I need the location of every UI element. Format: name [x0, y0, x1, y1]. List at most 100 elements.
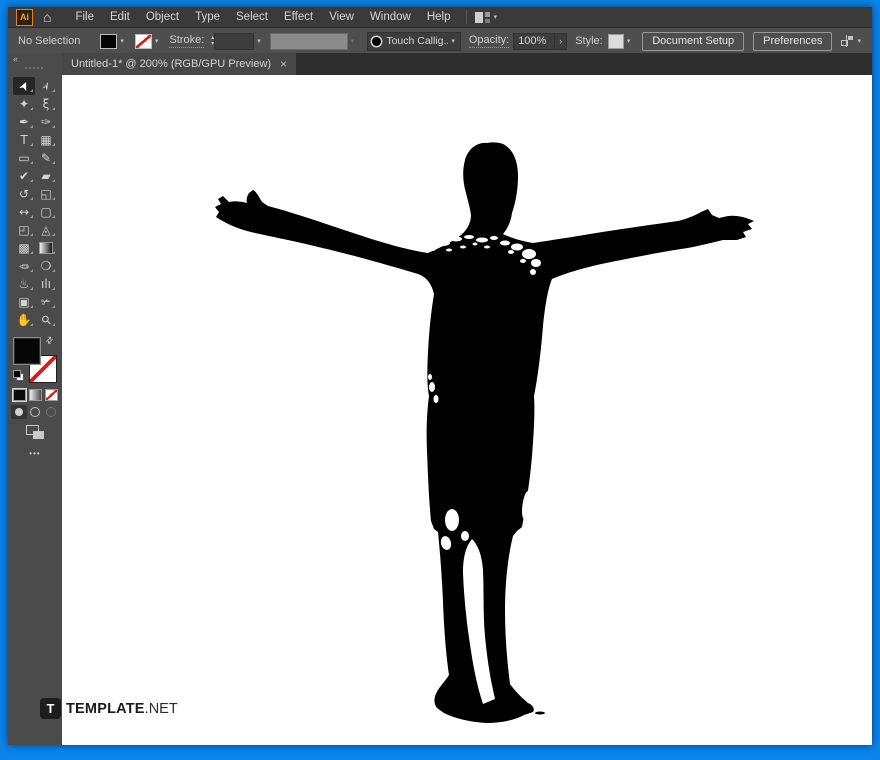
- tool-shaper[interactable]: ✔: [13, 167, 35, 185]
- tool-gradient[interactable]: [35, 239, 57, 257]
- workspace-switcher-icon[interactable]: [475, 12, 490, 23]
- watermark-suffix: .NET: [145, 701, 178, 717]
- panel-drag-handle[interactable]: [25, 67, 45, 69]
- gradient-paint-button[interactable]: [29, 389, 42, 401]
- rectangular-grid-icon: ▦: [40, 131, 51, 149]
- menu-select[interactable]: Select: [228, 11, 276, 23]
- tool-rotate[interactable]: ↺: [13, 185, 35, 203]
- opacity-field[interactable]: 100%: [513, 33, 555, 50]
- draw-normal-button[interactable]: [11, 405, 27, 419]
- tool-paintbrush[interactable]: ✎: [35, 149, 57, 167]
- tool-artboard[interactable]: ▣: [13, 293, 35, 311]
- brush-chevron-icon[interactable]: ▾: [451, 37, 455, 45]
- fill-chevron-icon[interactable]: ▾: [120, 37, 124, 45]
- direct-selection-icon: ➢: [36, 78, 57, 95]
- draw-inside-icon: [46, 407, 56, 417]
- tool-blend[interactable]: ❍: [35, 257, 57, 275]
- perspective-grid-icon: ◬: [41, 221, 50, 239]
- tools-panel: « ➤➢✦ξ ✒ ✑T ▦ ▭ ✎✔ ▰ ↺ ◱ ↔ ▢ ◰ ◬ ▩✏ ❍♨ılı▣✃✋⚲ ⇄ •••: [8, 53, 63, 745]
- swap-fill-stroke-icon[interactable]: ⇄: [43, 334, 56, 347]
- tool-zoom[interactable]: ⚲: [35, 311, 57, 329]
- tool-scale[interactable]: ◱: [35, 185, 57, 203]
- tool-eyedropper[interactable]: ✏: [13, 257, 35, 275]
- tool-grid: ➤➢✦ξ ✒ ✑T ▦ ▭ ✎✔ ▰ ↺ ◱ ↔ ▢ ◰ ◬ ▩✏ ❍♨ılı▣✃✋⚲: [13, 77, 57, 329]
- arrange-chevron-icon[interactable]: ▾: [857, 37, 861, 45]
- style-label: Style:: [575, 35, 603, 47]
- shape-builder-icon: ◰: [18, 221, 29, 239]
- tool-shape-builder[interactable]: ◰: [13, 221, 35, 239]
- drawing-modes: [11, 405, 59, 419]
- scale-icon: ◱: [40, 185, 51, 203]
- preferences-button[interactable]: Preferences: [753, 32, 832, 51]
- default-fill-stroke-icon[interactable]: [13, 370, 24, 381]
- draw-behind-button[interactable]: [27, 405, 43, 419]
- menu-file[interactable]: File: [67, 11, 102, 23]
- document-tab-title: Untitled-1* @ 200% (RGB/GPU Preview): [71, 58, 271, 70]
- workspace-chevron-icon[interactable]: ▾: [493, 13, 497, 21]
- home-icon[interactable]: ⌂: [43, 8, 51, 26]
- tool-lasso[interactable]: ξ: [35, 95, 57, 113]
- tool-magic-wand[interactable]: ✦: [13, 95, 35, 113]
- opacity-label[interactable]: Opacity:: [469, 34, 509, 48]
- edit-toolbar-ellipsis[interactable]: •••: [8, 449, 62, 458]
- arrange-documents-icon[interactable]: [841, 35, 854, 47]
- tool-pen[interactable]: ✒: [13, 113, 35, 131]
- color-paint-button[interactable]: [13, 389, 26, 401]
- tool-selection[interactable]: ➤: [13, 77, 35, 95]
- tool-hand[interactable]: ✋: [13, 311, 35, 329]
- tool-column-graph[interactable]: ılı: [35, 275, 57, 293]
- hand-icon: ✋: [17, 311, 32, 329]
- style-swatch[interactable]: [608, 34, 624, 49]
- stroke-weight-field[interactable]: [214, 33, 254, 50]
- free-transform-icon: ▢: [40, 203, 51, 221]
- gradient-icon: [39, 242, 53, 254]
- tool-rectangle[interactable]: ▭: [13, 149, 35, 167]
- tool-eraser[interactable]: ▰: [35, 167, 57, 185]
- change-screen-mode-icon[interactable]: [26, 425, 44, 439]
- eyedropper-icon: ✏: [19, 257, 29, 275]
- opacity-panel-arrow[interactable]: ›: [555, 33, 567, 50]
- document-tab[interactable]: Untitled-1* @ 200% (RGB/GPU Preview) ×: [62, 53, 296, 75]
- menu-window[interactable]: Window: [362, 11, 419, 23]
- tool-mesh[interactable]: ▩: [13, 239, 35, 257]
- man-silhouette-artwork[interactable]: [62, 75, 872, 745]
- pen-icon: ✒: [19, 113, 29, 131]
- tool-type[interactable]: T: [13, 131, 35, 149]
- tool-free-transform[interactable]: ▢: [35, 203, 57, 221]
- draw-inside-button[interactable]: [43, 405, 59, 419]
- selection-icon: ➤: [14, 78, 35, 95]
- menu-object[interactable]: Object: [138, 11, 187, 23]
- width-profile-dropdown[interactable]: [270, 33, 348, 50]
- document-setup-button[interactable]: Document Setup: [642, 32, 744, 51]
- mesh-icon: ▩: [18, 239, 29, 257]
- fill-color-indicator[interactable]: [13, 337, 41, 365]
- stroke-chevron-icon[interactable]: ▾: [155, 37, 159, 45]
- template-net-watermark: T TEMPLATE .NET: [40, 698, 178, 719]
- fill-color-swatch[interactable]: [100, 34, 117, 49]
- tool-width[interactable]: ↔: [13, 203, 35, 221]
- menu-view[interactable]: View: [321, 11, 362, 23]
- tool-symbol-sprayer[interactable]: ♨: [13, 275, 35, 293]
- collapse-panel-icon[interactable]: «: [13, 54, 18, 64]
- menu-edit[interactable]: Edit: [102, 11, 138, 23]
- menu-help[interactable]: Help: [419, 11, 459, 23]
- stroke-label[interactable]: Stroke:: [169, 34, 204, 48]
- tool-perspective-grid[interactable]: ◬: [35, 221, 57, 239]
- illustrator-app-icon[interactable]: Ai: [16, 9, 33, 26]
- brush-definition-dropdown[interactable]: Touch Callig... ▾: [367, 32, 461, 51]
- stroke-weight-chevron-icon[interactable]: ▾: [257, 37, 261, 45]
- tab-close-icon[interactable]: ×: [280, 58, 287, 70]
- stroke-color-swatch[interactable]: [135, 34, 152, 49]
- brush-preview-icon: [372, 37, 381, 46]
- none-paint-button[interactable]: [45, 389, 58, 401]
- canvas-area[interactable]: [62, 75, 872, 745]
- tool-slice[interactable]: ✃: [35, 293, 57, 311]
- tool-rectangular-grid[interactable]: ▦: [35, 131, 57, 149]
- menu-effect[interactable]: Effect: [276, 11, 321, 23]
- rectangle-icon: ▭: [18, 149, 29, 167]
- style-chevron-icon[interactable]: ▾: [627, 37, 631, 45]
- tool-curvature[interactable]: ✑: [35, 113, 57, 131]
- eraser-icon: ▰: [41, 167, 50, 185]
- menu-type[interactable]: Type: [187, 11, 228, 23]
- tool-direct-selection[interactable]: ➢: [35, 77, 57, 95]
